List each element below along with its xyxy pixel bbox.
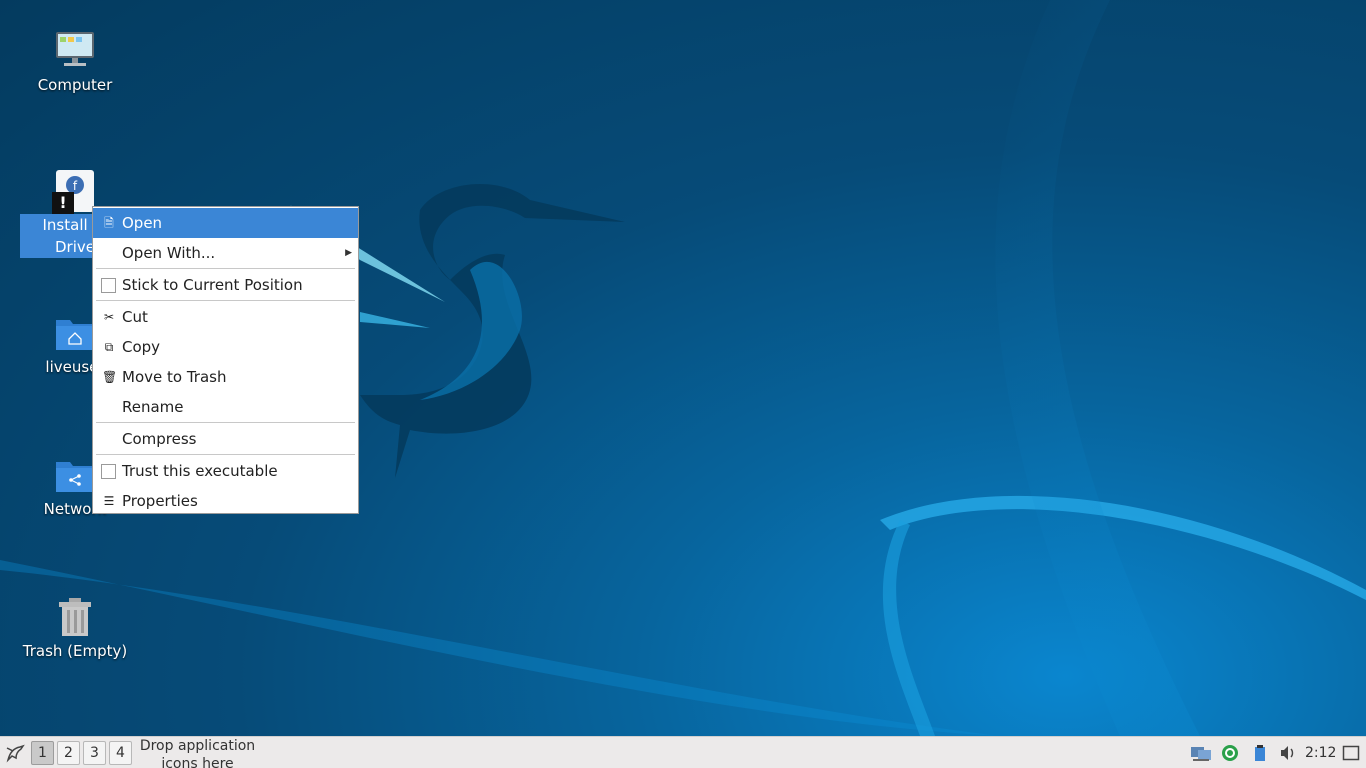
menu-item-stick-to-position[interactable]: Stick to Current Position	[93, 270, 358, 300]
menu-item-label: Compress	[122, 430, 197, 448]
desktop-icon-computer[interactable]: Computer	[20, 30, 130, 96]
trash-icon: 🗑	[102, 370, 118, 384]
menu-item-copy[interactable]: ⧉ Copy	[93, 332, 358, 362]
volume-icon[interactable]	[1279, 744, 1297, 762]
menu-item-trust-executable[interactable]: Trust this executable	[93, 456, 358, 486]
drop-zone-line-1: Drop application	[139, 738, 256, 754]
menu-item-label: Open With...	[122, 244, 216, 262]
workspace-3-button[interactable]: 3	[83, 741, 106, 765]
copy-icon: ⧉	[104, 340, 114, 354]
menu-item-label: Move to Trash	[122, 368, 227, 386]
launcher-drop-zone[interactable]: Drop application icons here	[139, 737, 256, 768]
application-menu-icon[interactable]	[4, 742, 26, 764]
show-desktop-icon[interactable]	[1342, 744, 1360, 762]
clipboard-icon[interactable]	[1251, 744, 1269, 762]
checkbox[interactable]	[101, 278, 116, 293]
fedora-installer-icon: f !	[52, 170, 96, 214]
menu-item-label: Copy	[122, 338, 161, 356]
desktop-icon-trash[interactable]: Trash (Empty)	[20, 596, 130, 662]
menu-item-rename[interactable]: Rename	[93, 392, 358, 422]
checkbox[interactable]	[101, 464, 116, 479]
menu-item-label: Cut	[122, 308, 148, 326]
network-icon[interactable]	[1190, 744, 1212, 762]
computer-icon	[54, 30, 96, 72]
home-folder-icon	[54, 312, 96, 354]
menu-item-label: Stick to Current Position	[122, 276, 303, 294]
menu-item-label: Properties	[122, 492, 198, 510]
warning-badge-icon: !	[52, 192, 74, 214]
clock[interactable]: 2:12	[1305, 737, 1336, 768]
taskbar: 1 2 3 4 Drop application icons here 2:12	[0, 736, 1366, 768]
workspace-2-button[interactable]: 2	[57, 741, 80, 765]
submenu-arrow-icon: ▶	[345, 248, 352, 258]
desktop-icon-label: Computer	[37, 76, 113, 94]
properties-icon: ☰	[103, 494, 115, 508]
menu-item-cut[interactable]: ✂ Cut	[93, 302, 358, 332]
menu-item-label: Open	[122, 214, 163, 232]
workspace-1-button[interactable]: 1	[31, 741, 54, 765]
menu-item-open[interactable]: 🗎 Open	[93, 208, 358, 238]
network-folder-icon	[54, 454, 96, 496]
menu-item-open-with[interactable]: Open With... ▶	[93, 238, 358, 268]
menu-item-label: Trust this executable	[122, 462, 278, 480]
scissors-icon: ✂	[103, 310, 115, 324]
desktop-icon-label: Trash (Empty)	[22, 642, 128, 660]
trash-icon	[54, 596, 96, 638]
menu-item-move-to-trash[interactable]: 🗑 Move to Trash	[93, 362, 358, 392]
workspace-4-button[interactable]: 4	[109, 741, 132, 765]
label-line-2: Drive	[55, 238, 95, 256]
menu-item-label: Rename	[122, 398, 184, 416]
menu-item-properties[interactable]: ☰ Properties	[93, 486, 358, 516]
update-icon[interactable]	[1221, 744, 1239, 762]
menu-item-compress[interactable]: Compress	[93, 424, 358, 454]
context-menu: 🗎 Open Open With... ▶ Stick to Current P…	[92, 206, 359, 514]
drop-zone-line-2: icons here	[161, 756, 234, 768]
open-file-icon: 🗎	[104, 216, 114, 230]
